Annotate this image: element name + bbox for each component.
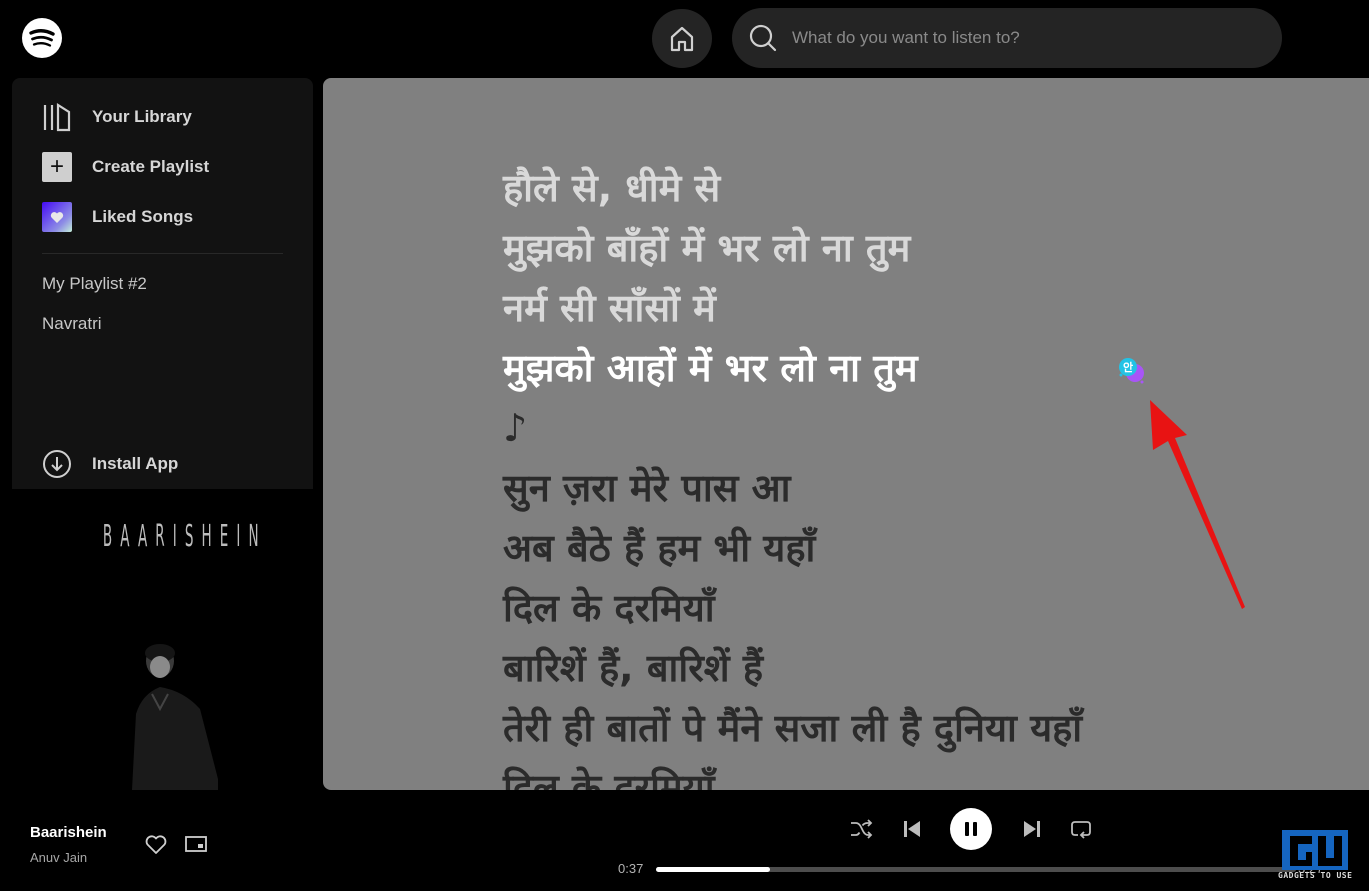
next-button[interactable]: [1019, 816, 1045, 842]
watermark-logo: GADGETS TO USE: [1278, 828, 1354, 884]
skip-back-icon: [904, 821, 920, 837]
lyric-line[interactable]: अब बैठे हैं हम भी यहाँ: [503, 518, 1082, 578]
home-button[interactable]: [652, 9, 712, 68]
sidebar-item-label: Create Playlist: [92, 157, 210, 176]
watermark-text: GADGETS TO USE: [1278, 871, 1353, 880]
picture-in-picture-button[interactable]: [184, 833, 208, 855]
repeat-button[interactable]: [1068, 816, 1094, 842]
lyric-line-active[interactable]: मुझको आहों में भर लो ना तुम: [503, 338, 1082, 398]
sidebar: Your Library + Create Playlist Liked Son…: [12, 78, 313, 489]
search-bar[interactable]: [732, 8, 1282, 68]
plus-icon: +: [42, 152, 72, 182]
lyric-line[interactable]: सुन ज़रा मेरे पास आ: [503, 458, 1082, 518]
like-button[interactable]: [144, 833, 168, 857]
cover-title-text: BAARISHEIN: [102, 519, 267, 554]
progress-bar[interactable]: [656, 867, 1296, 872]
translate-icon: 안: [1119, 358, 1144, 384]
install-app-label: Install App: [92, 454, 179, 473]
album-cover-art[interactable]: BAARISHEIN: [12, 489, 313, 790]
lyrics-panel[interactable]: हौले से, धीमे से मुझको बाँहों में भर लो …: [323, 78, 1369, 790]
lyric-line[interactable]: नर्म सी साँसों में: [503, 278, 1082, 338]
spotify-icon: [29, 29, 55, 47]
picture-in-picture-icon: [185, 836, 207, 852]
skip-forward-icon: [1024, 821, 1040, 837]
artist-figure-image: [132, 644, 218, 790]
svg-text:안: 안: [1123, 360, 1133, 374]
shuffle-icon: [851, 819, 873, 839]
translate-extension-button[interactable]: 안: [1117, 356, 1147, 386]
lyric-line[interactable]: दिल के दरमियाँ: [503, 758, 1082, 790]
sidebar-item-label: Liked Songs: [92, 207, 194, 226]
progress-fill: [656, 867, 770, 872]
pause-button[interactable]: [950, 808, 992, 850]
download-icon: [43, 450, 71, 478]
sidebar-item-liked-songs[interactable]: Liked Songs: [42, 202, 193, 232]
spotify-logo[interactable]: [22, 18, 62, 58]
now-playing-artist[interactable]: Anuv Jain: [30, 850, 87, 865]
now-playing-title[interactable]: Baarishein: [30, 824, 107, 841]
lyrics-list: हौले से, धीमे से मुझको बाँहों में भर लो …: [503, 158, 1082, 790]
current-time: 0:37: [618, 861, 644, 876]
sidebar-item-create-playlist[interactable]: + Create Playlist: [42, 152, 209, 182]
search-icon: [749, 24, 777, 52]
sidebar-divider: [42, 253, 283, 254]
heart-icon: [42, 202, 72, 232]
playlist-item[interactable]: My Playlist #2: [42, 274, 147, 294]
pause-icon: [965, 822, 977, 836]
install-app-button[interactable]: Install App: [42, 449, 178, 479]
sidebar-item-label: Your Library: [92, 107, 192, 126]
home-icon: [670, 26, 694, 51]
lyric-line[interactable]: बारिशें हैं, बारिशें हैं: [503, 638, 1082, 698]
heart-outline-icon: [145, 835, 167, 854]
repeat-icon: [1071, 821, 1091, 839]
previous-button[interactable]: [899, 816, 925, 842]
lyric-line[interactable]: ♪: [503, 398, 1082, 458]
lyric-line[interactable]: मुझको बाँहों में भर लो ना तुम: [503, 218, 1082, 278]
watermark-box: [1282, 830, 1348, 870]
library-icon: [42, 102, 72, 132]
lyric-line[interactable]: दिल के दरमियाँ: [503, 578, 1082, 638]
lyric-line[interactable]: तेरी ही बातों पे मैंने सजा ली है दुनिया …: [503, 698, 1082, 758]
sidebar-item-your-library[interactable]: Your Library: [42, 102, 192, 132]
search-input[interactable]: [792, 28, 1232, 48]
shuffle-button[interactable]: [848, 816, 874, 842]
playlist-item[interactable]: Navratri: [42, 314, 102, 334]
lyric-line[interactable]: हौले से, धीमे से: [503, 158, 1082, 218]
